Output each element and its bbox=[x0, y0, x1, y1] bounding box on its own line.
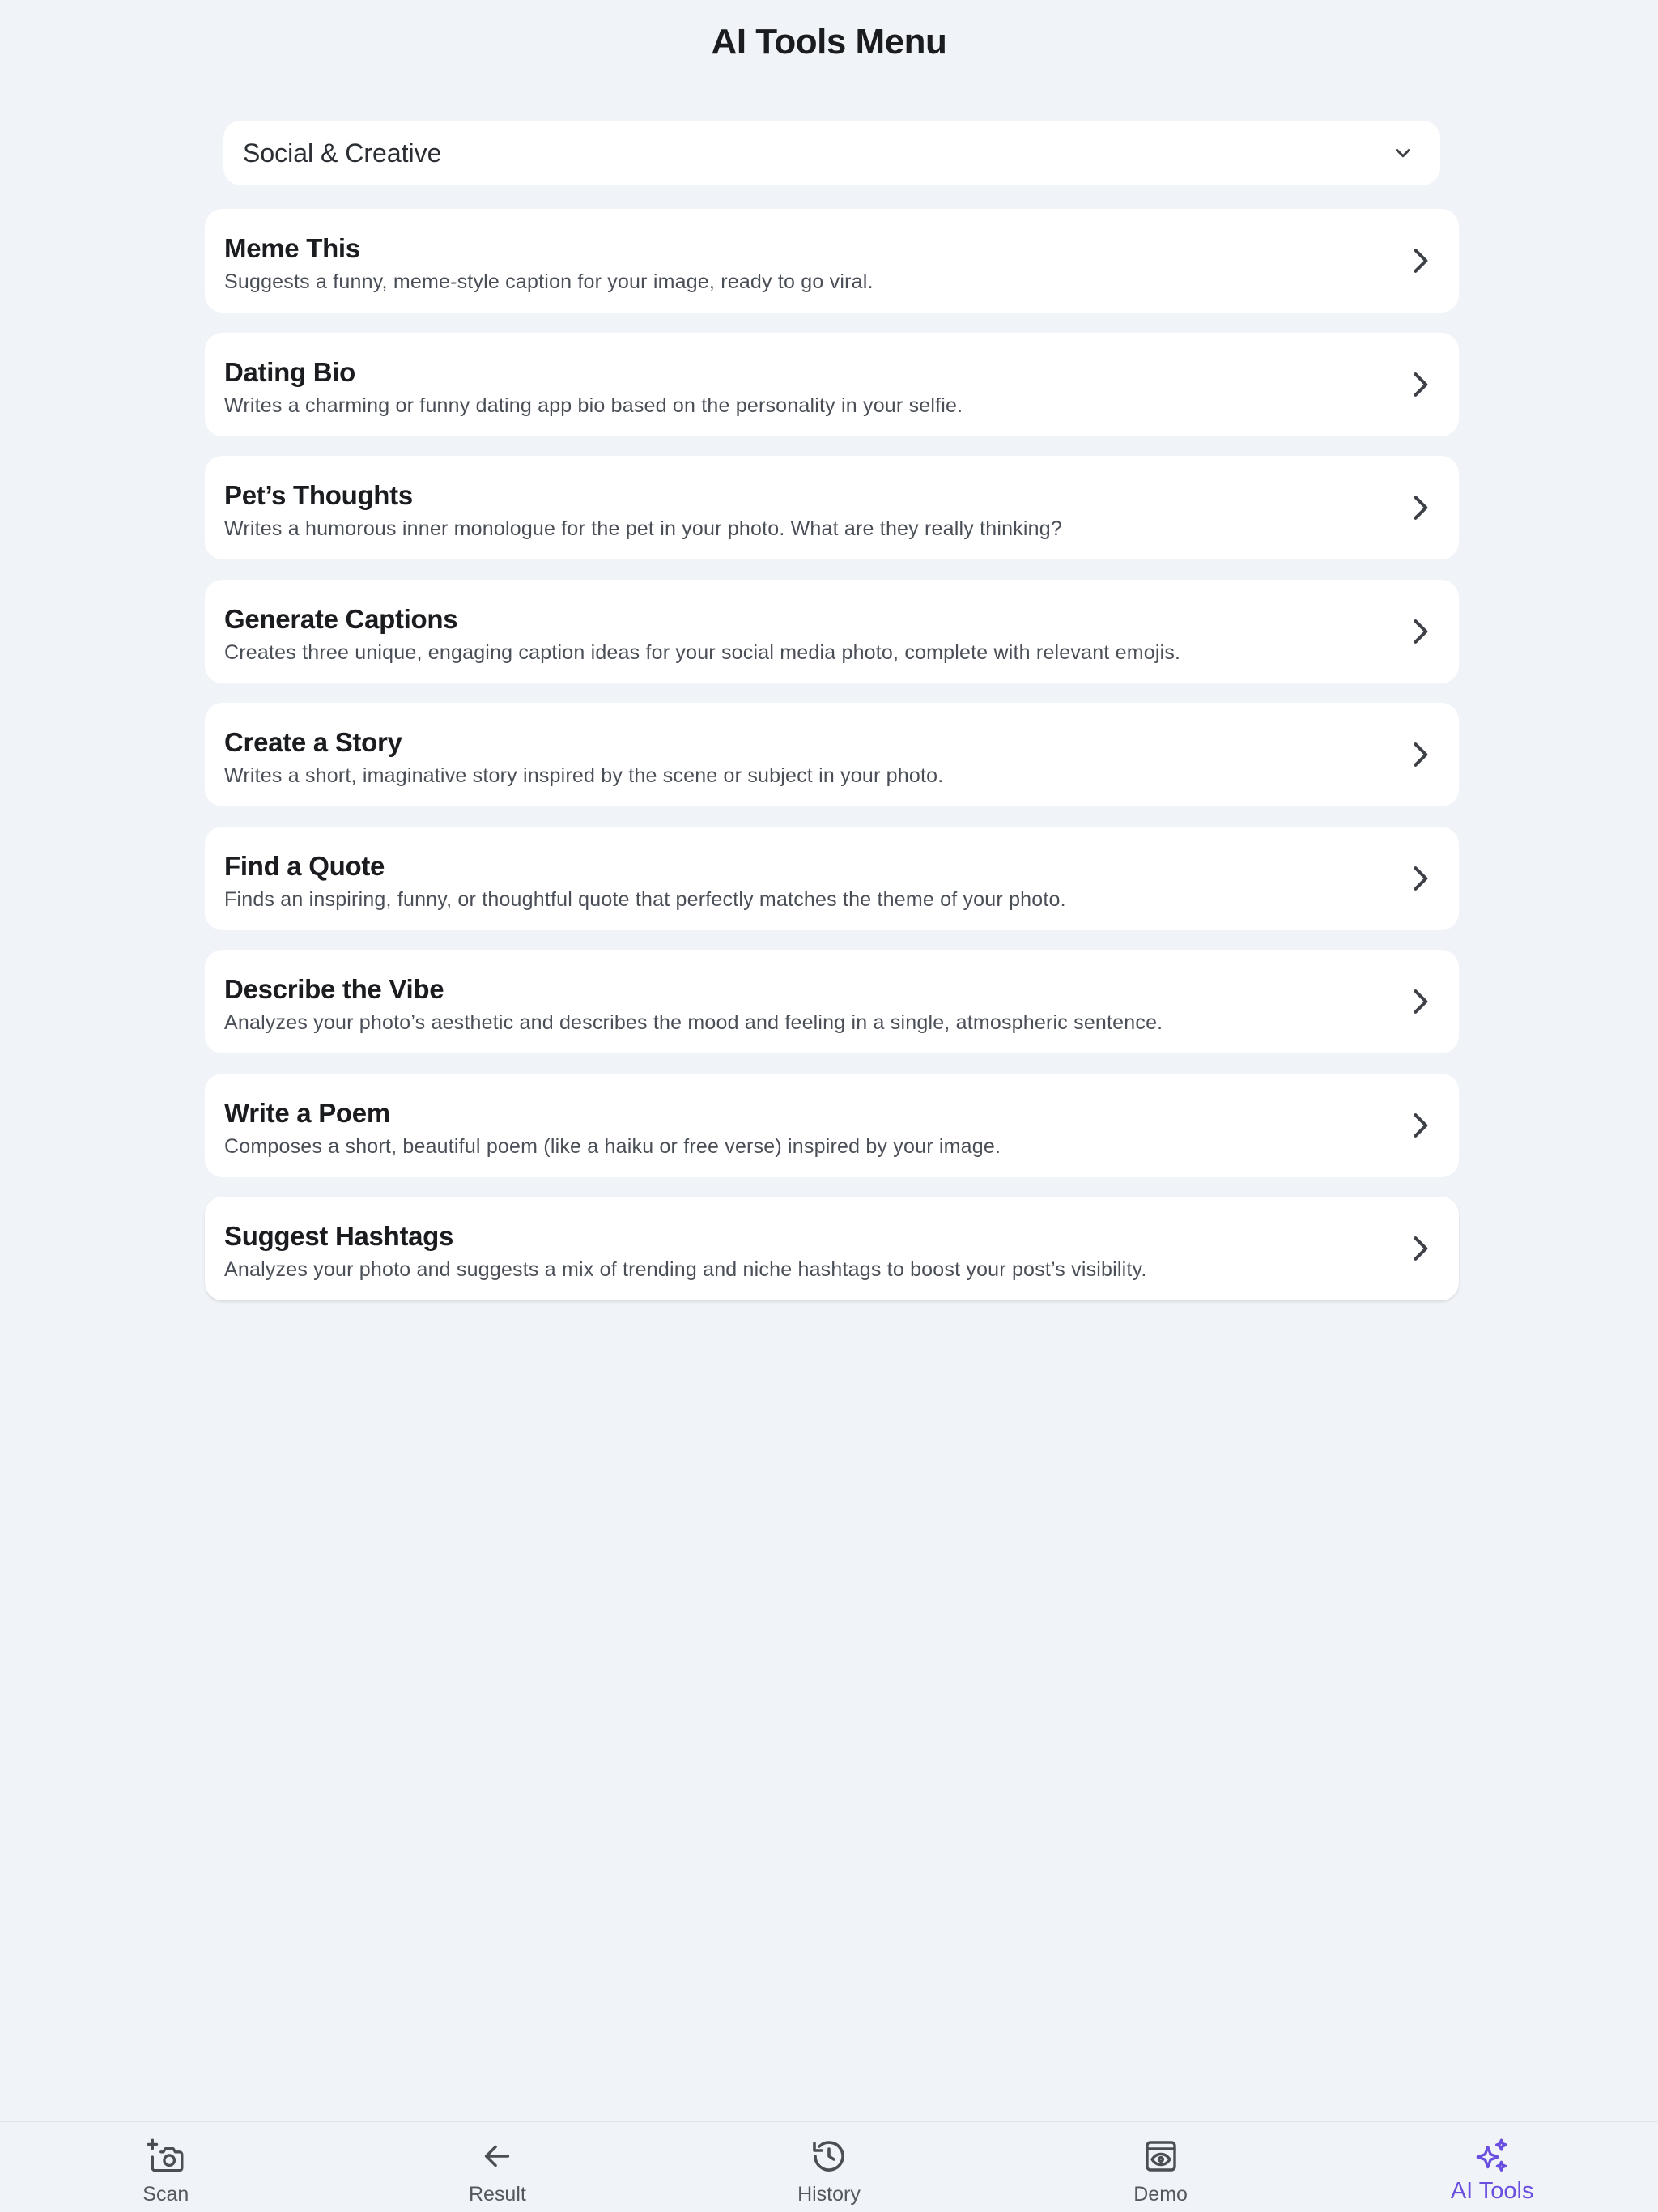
tool-card-describe-the-vibe[interactable]: Describe the Vibe Analyzes your photo’s … bbox=[205, 950, 1459, 1053]
chevron-right-icon bbox=[1414, 742, 1428, 767]
nav-item-result[interactable]: Result bbox=[332, 2122, 664, 2212]
arrow-left-icon bbox=[476, 2135, 518, 2177]
nav-label: AI Tools bbox=[1450, 2178, 1534, 2204]
tool-title: Write a Poem bbox=[224, 1097, 390, 1128]
tool-description: Writes a humorous inner monologue for th… bbox=[224, 517, 1062, 540]
chevron-right-icon bbox=[1414, 1236, 1428, 1261]
tool-description: Suggests a funny, meme-style caption for… bbox=[224, 270, 874, 293]
nav-item-demo[interactable]: Demo bbox=[995, 2122, 1327, 2212]
tool-description: Writes a short, imaginative story inspir… bbox=[224, 764, 944, 787]
tool-title: Meme This bbox=[224, 233, 360, 263]
chevron-right-icon bbox=[1414, 1112, 1428, 1138]
bottom-nav: Scan Result History Demo AI Tools bbox=[0, 2121, 1658, 2212]
chevron-right-icon bbox=[1414, 249, 1428, 273]
category-selected-value: Social & Creative bbox=[243, 138, 442, 168]
tool-title: Describe the Vibe bbox=[224, 974, 444, 1004]
tool-card-write-a-poem[interactable]: Write a Poem Composes a short, beautiful… bbox=[205, 1073, 1459, 1177]
nav-label: Result bbox=[468, 2183, 526, 2206]
tool-description: Finds an inspiring, funny, or thoughtful… bbox=[224, 887, 1066, 911]
chevron-right-icon bbox=[1414, 496, 1428, 520]
nav-label: Scan bbox=[142, 2183, 189, 2206]
tool-card-meme-this[interactable]: Meme This Suggests a funny, meme-style c… bbox=[205, 209, 1459, 313]
tool-title: Pet’s Thoughts bbox=[224, 480, 413, 510]
demo-eye-icon bbox=[1140, 2135, 1182, 2177]
tool-list: Meme This Suggests a funny, meme-style c… bbox=[205, 209, 1459, 1321]
chevron-right-icon bbox=[1414, 372, 1428, 397]
page-title: AI Tools Menu bbox=[711, 22, 947, 62]
tool-title: Suggest Hashtags bbox=[224, 1221, 454, 1251]
nav-label: History bbox=[797, 2183, 861, 2206]
chevron-right-icon bbox=[1414, 989, 1428, 1014]
tool-title: Create a Story bbox=[224, 727, 402, 757]
tool-description: Analyzes your photo and suggests a mix o… bbox=[224, 1258, 1147, 1281]
tool-card-generate-captions[interactable]: Generate Captions Creates three unique, … bbox=[205, 579, 1459, 683]
tool-description: Composes a short, beautiful poem (like a… bbox=[224, 1134, 1001, 1158]
page: AI Tools Menu Social & Creative Meme Thi… bbox=[0, 0, 1658, 2212]
tool-card-create-a-story[interactable]: Create a Story Writes a short, imaginati… bbox=[205, 703, 1459, 806]
tool-description: Writes a charming or funny dating app bi… bbox=[224, 393, 963, 417]
tool-card-find-a-quote[interactable]: Find a Quote Finds an inspiring, funny, … bbox=[205, 826, 1459, 930]
sparkles-icon bbox=[1471, 2135, 1513, 2177]
chevron-down-icon bbox=[1385, 135, 1421, 171]
tool-title: Find a Quote bbox=[224, 850, 385, 881]
history-icon bbox=[808, 2135, 850, 2177]
tool-card-pets-thoughts[interactable]: Pet’s Thoughts Writes a humorous inner m… bbox=[205, 456, 1459, 559]
chevron-right-icon bbox=[1414, 619, 1428, 644]
tool-card-dating-bio[interactable]: Dating Bio Writes a charming or funny da… bbox=[205, 332, 1459, 436]
nav-item-history[interactable]: History bbox=[663, 2122, 995, 2212]
nav-label: Demo bbox=[1133, 2183, 1188, 2206]
tool-card-suggest-hashtags[interactable]: Suggest Hashtags Analyzes your photo and… bbox=[205, 1197, 1459, 1300]
tool-description: Creates three unique, engaging caption i… bbox=[224, 640, 1181, 664]
category-dropdown[interactable]: Social & Creative bbox=[223, 121, 1440, 185]
chevron-right-icon bbox=[1414, 866, 1428, 891]
camera-plus-icon bbox=[145, 2135, 187, 2177]
tool-description: Analyzes your photo’s aesthetic and desc… bbox=[224, 1011, 1163, 1034]
nav-item-scan[interactable]: Scan bbox=[0, 2122, 332, 2212]
nav-item-ai-tools[interactable]: AI Tools bbox=[1326, 2122, 1658, 2212]
tool-title: Generate Captions bbox=[224, 603, 458, 634]
tool-title: Dating Bio bbox=[224, 356, 355, 387]
